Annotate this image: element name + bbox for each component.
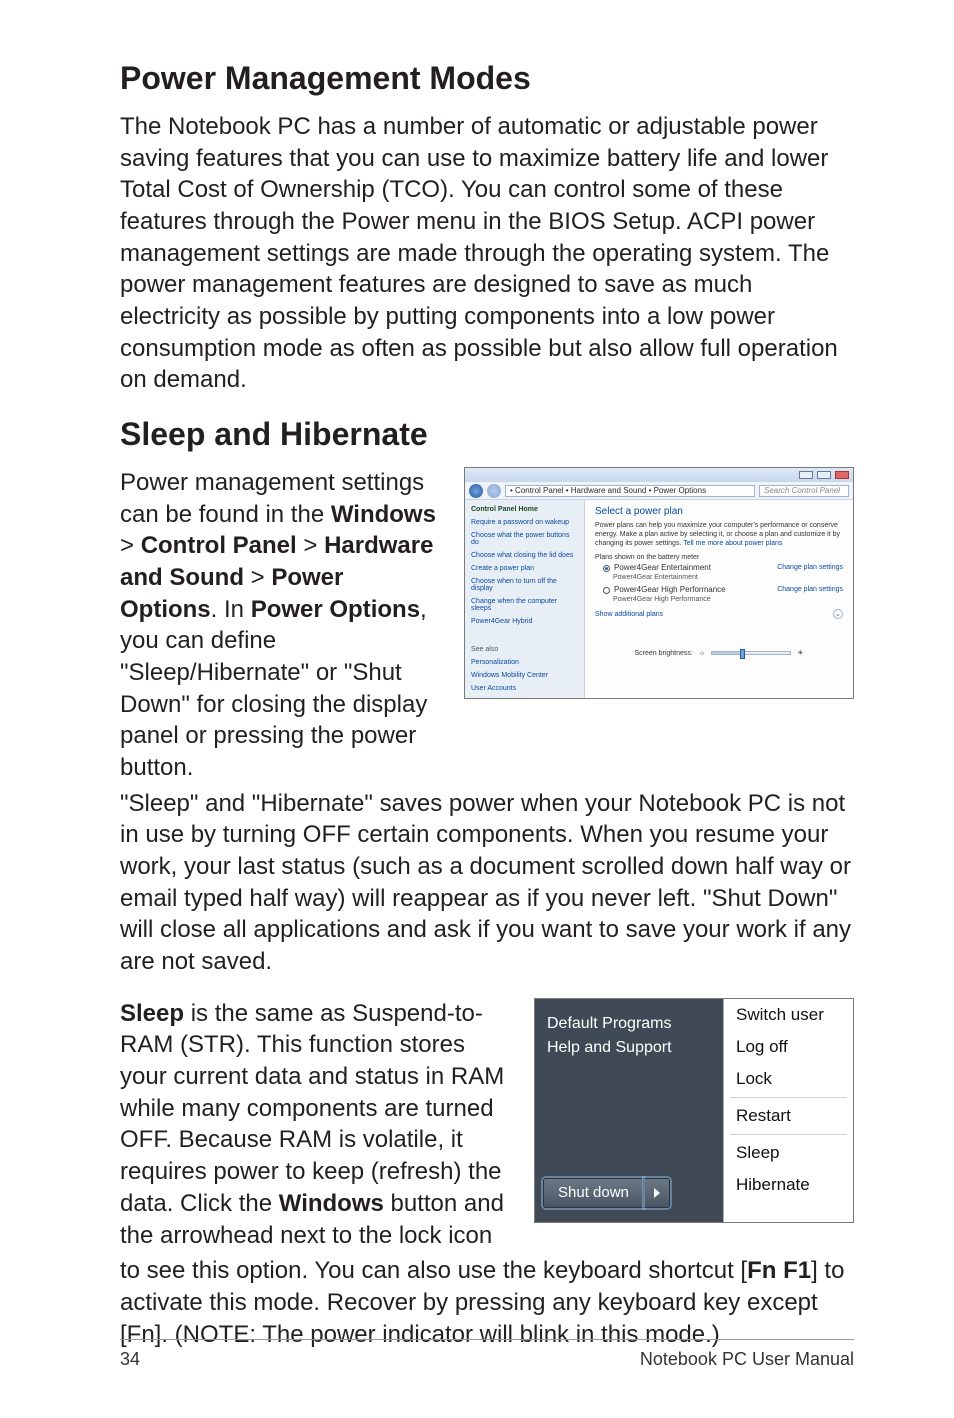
side-link[interactable]: Choose what the power buttons do <box>471 532 578 546</box>
side-link[interactable]: Power4Gear Hybrid <box>471 618 578 625</box>
main-description: Power plans can help you maximize your c… <box>595 521 843 548</box>
plan2-sublabel: Power4Gear High Performance <box>613 596 843 603</box>
side-link[interactable]: Create a power plan <box>471 565 578 572</box>
side-footer-link[interactable]: Windows Mobility Center <box>471 672 578 679</box>
paragraph-1: The Notebook PC has a number of automati… <box>120 111 854 396</box>
side-link[interactable]: Choose what closing the lid does <box>471 552 578 559</box>
start-item-help-support[interactable]: Help and Support <box>547 1039 711 1057</box>
side-link[interactable]: Require a password on wakeup <box>471 519 578 526</box>
menu-separator <box>730 1097 847 1098</box>
start-item-default-programs[interactable]: Default Programs <box>547 1015 711 1033</box>
address-bar: • Control Panel • Hardware and Sound • P… <box>465 482 853 500</box>
figure-start-menu: Default Programs Help and Support Shut d… <box>534 998 854 1223</box>
brightness-slider[interactable] <box>711 651 791 655</box>
plan1-name: Power4Gear Entertainment <box>614 563 711 572</box>
menu-log-off[interactable]: Log off <box>724 1031 853 1063</box>
heading-sleep-and-hibernate: Sleep and Hibernate <box>120 416 854 453</box>
power-menu: Switch user Log off Lock Restart Sleep H… <box>723 999 853 1222</box>
window-titlebar <box>465 468 853 482</box>
paragraph-5: to see this option. You can also use the… <box>120 1255 854 1350</box>
tell-me-more-link[interactable]: Tell me more about power plans <box>683 540 782 547</box>
minimize-button[interactable] <box>799 471 813 479</box>
meter-label: Plans shown on the battery meter <box>595 554 843 561</box>
start-menu-left-pane: Default Programs Help and Support Shut d… <box>535 999 723 1222</box>
plan1-sublabel: Power4Gear Entertainment <box>613 574 843 581</box>
page-number: 34 <box>120 1349 140 1370</box>
main-panel: Select a power plan Power plans can help… <box>585 500 853 698</box>
side-footer-link[interactable]: Personalization <box>471 659 578 666</box>
menu-sleep[interactable]: Sleep <box>724 1137 853 1169</box>
search-input[interactable]: Search Control Panel <box>759 485 849 497</box>
brightness-low-icon: ☼ <box>699 650 705 657</box>
shut-down-arrow-button[interactable] <box>644 1178 670 1208</box>
plan2-name: Power4Gear High Performance <box>614 585 726 594</box>
main-title: Select a power plan <box>595 506 843 517</box>
menu-restart[interactable]: Restart <box>724 1100 853 1132</box>
plan2-radio[interactable] <box>603 587 610 594</box>
change-plan-settings-link[interactable]: Change plan settings <box>777 564 843 571</box>
paragraph-2: Power management settings can be found i… <box>120 467 440 784</box>
side-footer-link[interactable]: User Accounts <box>471 685 578 692</box>
menu-hibernate[interactable]: Hibernate <box>724 1169 853 1201</box>
menu-switch-user[interactable]: Switch user <box>724 999 853 1031</box>
forward-button[interactable] <box>487 484 501 498</box>
chevron-down-icon[interactable]: ⌄ <box>833 609 843 619</box>
footer-title: Notebook PC User Manual <box>640 1349 854 1370</box>
side-footer: See also <box>471 646 578 653</box>
side-link[interactable]: Choose when to turn off the display <box>471 578 578 592</box>
side-link[interactable]: Change when the computer sleeps <box>471 598 578 612</box>
breadcrumb[interactable]: • Control Panel • Hardware and Sound • P… <box>505 485 755 497</box>
paragraph-3: "Sleep" and "Hibernate" saves power when… <box>120 788 854 978</box>
change-plan-settings-link[interactable]: Change plan settings <box>777 586 843 593</box>
arrow-right-icon <box>654 1188 660 1198</box>
brightness-label: Screen brightness: <box>634 650 692 657</box>
figure-power-options-window: • Control Panel • Hardware and Sound • P… <box>464 467 854 699</box>
side-header: Control Panel Home <box>471 506 578 513</box>
heading-power-management-modes: Power Management Modes <box>120 60 854 97</box>
plan1-radio[interactable] <box>603 565 610 572</box>
maximize-button[interactable] <box>817 471 831 479</box>
brightness-high-icon: ☀ <box>797 649 803 657</box>
show-additional-plans-link[interactable]: Show additional plans <box>595 611 663 618</box>
footer-rule <box>120 1339 854 1340</box>
shut-down-button[interactable]: Shut down <box>543 1178 644 1208</box>
menu-separator <box>730 1134 847 1135</box>
side-panel: Control Panel Home Require a password on… <box>465 500 585 698</box>
paragraph-4: Sleep is the same as Suspend-to-RAM (STR… <box>120 998 510 1251</box>
close-button[interactable] <box>835 471 849 479</box>
back-button[interactable] <box>469 484 483 498</box>
menu-lock[interactable]: Lock <box>724 1063 853 1095</box>
